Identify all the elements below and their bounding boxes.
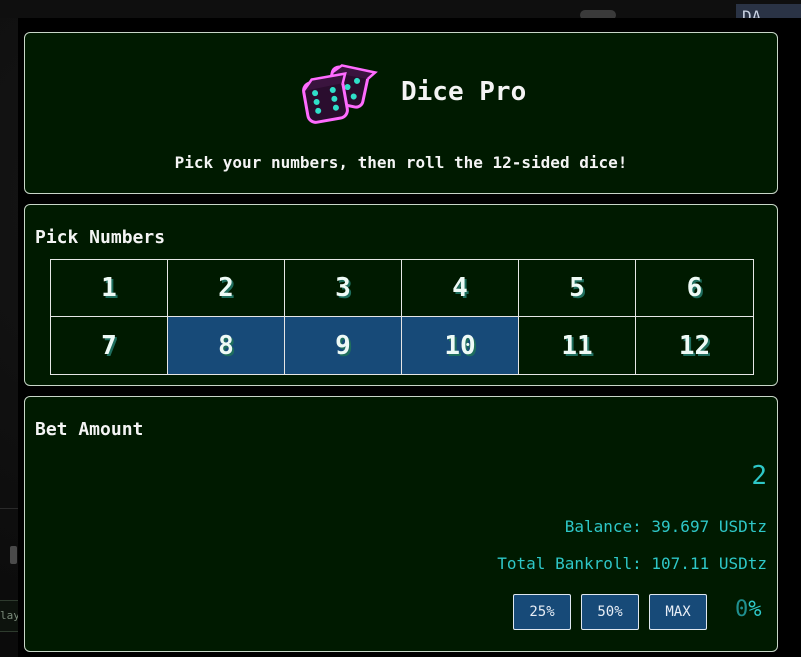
balance-line: Balance: 39.697 USDtz [565, 517, 767, 536]
bet-max-button[interactable]: MAX [649, 594, 707, 630]
background-topbar [0, 0, 801, 18]
number-grid: 1 2 3 4 5 6 7 8 9 10 11 12 [50, 259, 754, 375]
bet-25-percent-button[interactable]: 25% [513, 594, 571, 630]
number-cell-8[interactable]: 8 [168, 317, 285, 374]
app-title: Dice Pro [401, 77, 527, 107]
balance-value: 39.697 USDtz [651, 517, 767, 536]
dice-icon [302, 64, 378, 124]
edge-percent-unit: % [748, 597, 762, 622]
background-side-button-label: lay [0, 609, 20, 622]
number-cell-3[interactable]: 3 [285, 260, 402, 317]
subtitle: Pick your numbers, then roll the 12-side… [174, 153, 628, 172]
background-chip [10, 546, 17, 564]
balance-label: Balance: [564, 517, 642, 536]
bet-50-percent-button[interactable]: 50% [581, 594, 639, 630]
number-cell-10[interactable]: 10 [402, 317, 519, 374]
pick-numbers-panel: Pick Numbers 1 2 3 4 5 6 7 8 9 10 11 12 [24, 204, 778, 386]
bankroll-line: Total Bankroll: 107.11 USDtz [497, 554, 767, 573]
header-panel: Dice Pro Pick your numbers, then roll th… [24, 32, 778, 194]
number-cell-7[interactable]: 7 [51, 317, 168, 374]
bet-amount-title: Bet Amount [35, 419, 144, 440]
bankroll-value: 107.11 USDtz [651, 554, 767, 573]
bankroll-label: Total Bankroll: [497, 554, 642, 573]
pick-numbers-title: Pick Numbers [35, 227, 166, 248]
number-cell-5[interactable]: 5 [519, 260, 636, 317]
edge-percent-value: 0 [735, 597, 749, 622]
number-cell-2[interactable]: 2 [168, 260, 285, 317]
edge-percent-readout: 0% [735, 597, 762, 622]
number-cell-6[interactable]: 6 [636, 260, 753, 317]
bet-amount-input[interactable]: 2 [751, 461, 767, 491]
number-cell-12[interactable]: 12 [636, 317, 753, 374]
number-cell-9[interactable]: 9 [285, 317, 402, 374]
bet-amount-panel: Bet Amount 2 Balance: 39.697 USDtz Total… [24, 396, 778, 652]
number-cell-11[interactable]: 11 [519, 317, 636, 374]
number-cell-4[interactable]: 4 [402, 260, 519, 317]
number-cell-1[interactable]: 1 [51, 260, 168, 317]
